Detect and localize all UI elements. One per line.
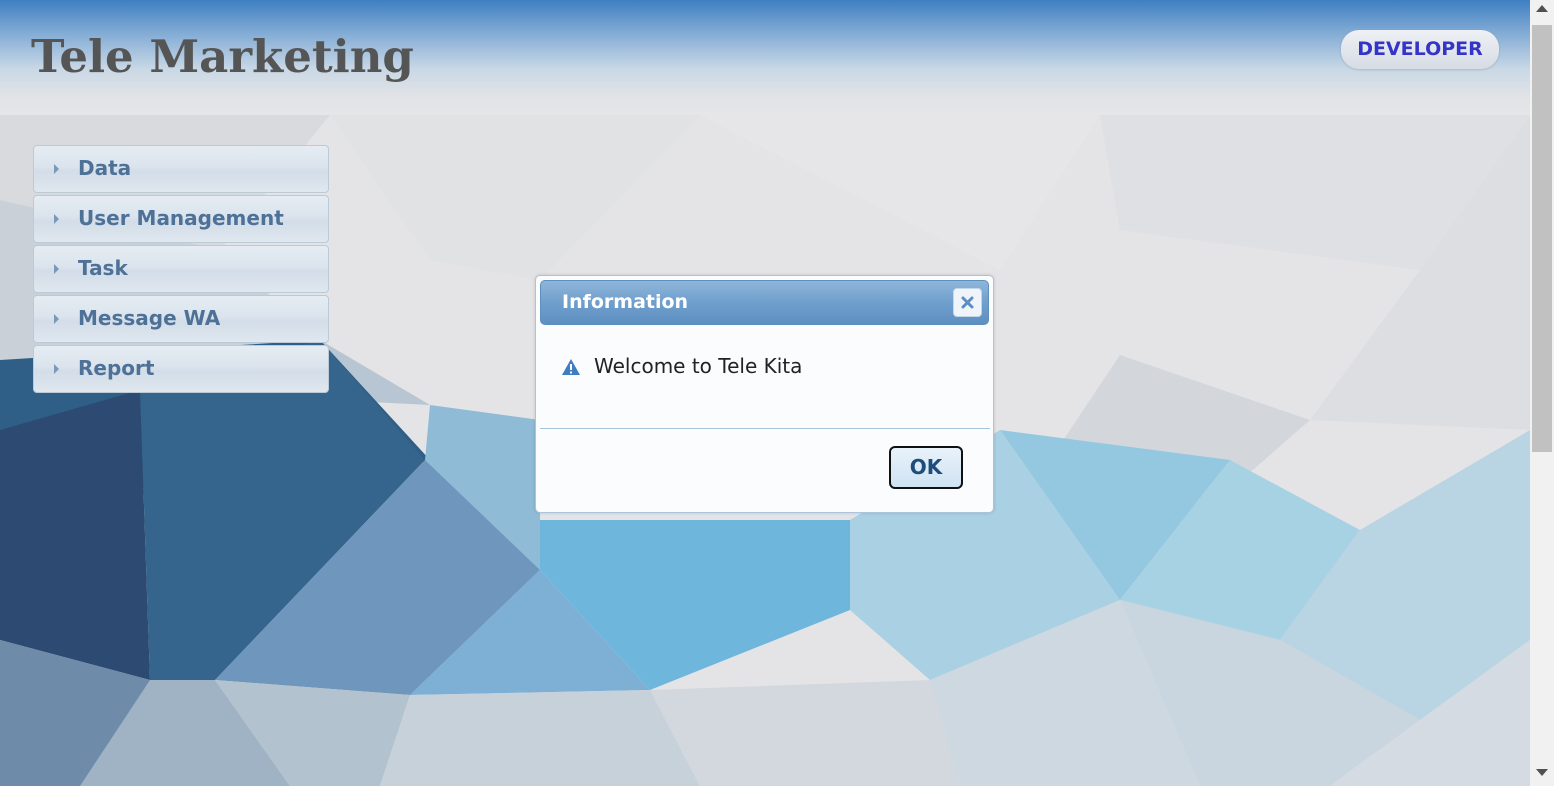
sidebar-item-label: Report [78, 356, 155, 380]
dialog-divider [540, 428, 990, 429]
scroll-up-arrow-icon[interactable] [1536, 5, 1548, 12]
sidebar-item-message-wa[interactable]: Message WA [33, 295, 329, 343]
sidebar-item-user-management[interactable]: User Management [33, 195, 329, 243]
sidebar-item-label: Message WA [78, 306, 221, 330]
sidebar-item-report[interactable]: Report [33, 345, 329, 393]
sidebar-item-label: User Management [78, 206, 284, 230]
user-role-button[interactable]: DEVELOPER [1341, 30, 1499, 69]
sidebar-menu: Data User Management Task Message WA Rep… [33, 145, 329, 395]
caret-right-icon [54, 164, 59, 174]
sidebar-item-label: Data [78, 156, 132, 180]
app-title: Tele Marketing [31, 30, 414, 83]
dialog-title: Information [562, 291, 689, 313]
scroll-down-arrow-icon[interactable] [1536, 769, 1548, 776]
caret-right-icon [54, 364, 59, 374]
dialog-message: Welcome to Tele Kita [594, 354, 803, 378]
sidebar-item-label: Task [78, 256, 128, 280]
app-viewport: Tele Marketing DEVELOPER Data User Manag… [0, 0, 1530, 786]
warning-icon [562, 359, 580, 375]
dialog-close-button[interactable] [953, 288, 982, 317]
sidebar-item-data[interactable]: Data [33, 145, 329, 193]
sidebar-item-task[interactable]: Task [33, 245, 329, 293]
information-dialog: Information Welcome to Tele Kita OK [535, 275, 994, 513]
caret-right-icon [54, 264, 59, 274]
dialog-titlebar[interactable]: Information [540, 280, 989, 325]
close-icon [961, 296, 974, 309]
caret-right-icon [54, 214, 59, 224]
ok-button[interactable]: OK [889, 446, 963, 489]
app-header: Tele Marketing DEVELOPER [0, 0, 1530, 115]
scrollbar-thumb[interactable] [1532, 25, 1552, 452]
caret-right-icon [54, 314, 59, 324]
